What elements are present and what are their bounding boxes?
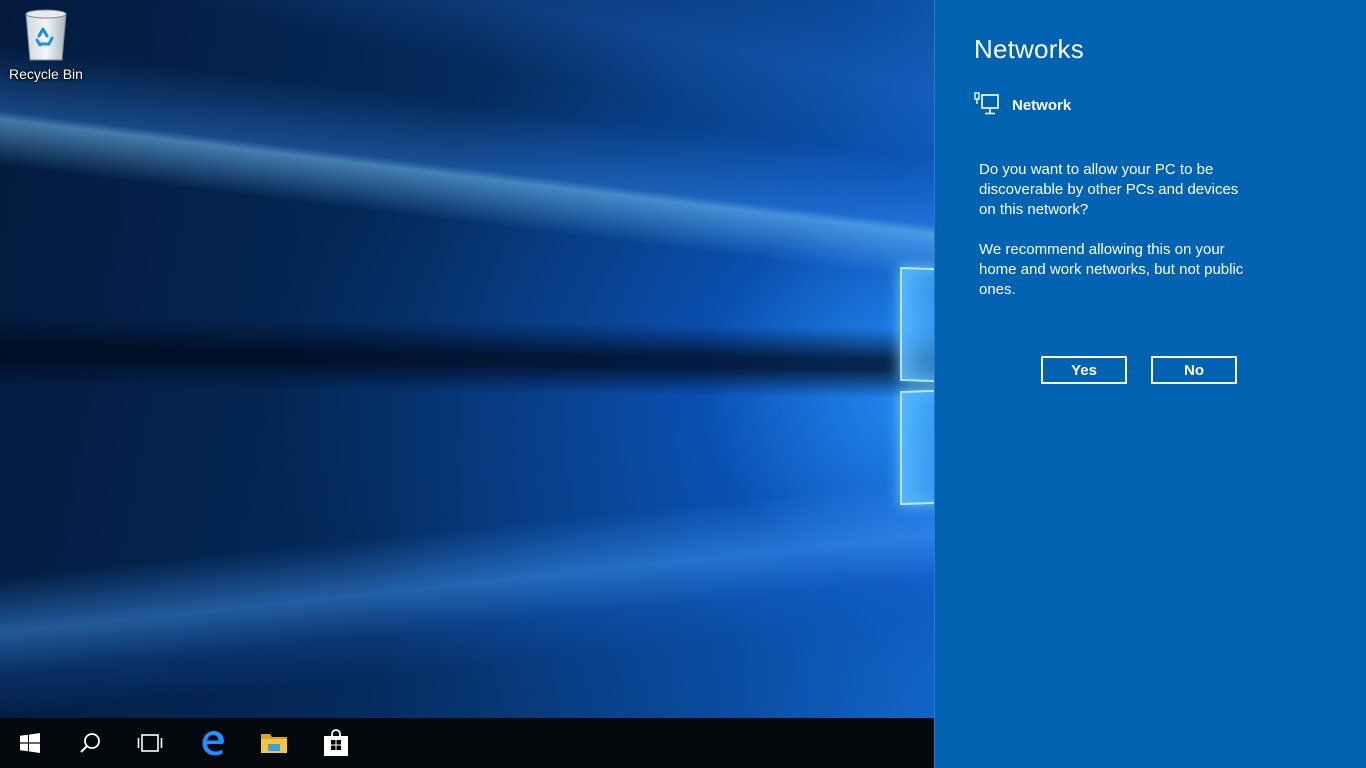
wired-network-icon — [974, 92, 999, 115]
yes-button[interactable]: Yes — [1041, 356, 1127, 384]
search-icon — [80, 733, 100, 753]
logo-pane — [900, 388, 934, 506]
desktop-icon-label: Recycle Bin — [9, 66, 83, 82]
search-button[interactable] — [60, 718, 120, 768]
task-view-button[interactable] — [120, 718, 180, 768]
windows-logo-icon — [20, 733, 40, 753]
store-button[interactable] — [306, 718, 366, 768]
folder-icon — [261, 734, 287, 753]
file-explorer-button[interactable] — [244, 718, 304, 768]
networks-flyout: Networks Network Do you want to allow yo… — [934, 0, 1366, 768]
no-button[interactable]: No — [1151, 356, 1237, 384]
desktop-wallpaper: Recycle Bin — [0, 0, 934, 718]
shadow-beam — [0, 314, 934, 400]
start-button[interactable] — [0, 718, 60, 768]
desktop-icon-recycle-bin[interactable]: Recycle Bin — [4, 6, 88, 82]
taskbar — [0, 718, 934, 768]
edge-browser-icon — [202, 731, 224, 756]
flyout-title: Networks — [974, 34, 1084, 64]
recycle-bin-icon — [25, 9, 67, 61]
edge-button[interactable] — [183, 718, 243, 768]
network-name: Network — [1012, 96, 1072, 114]
task-view-icon — [137, 734, 163, 752]
network-row: Network — [974, 92, 1071, 118]
store-bag-icon — [324, 729, 348, 756]
windows-logo-wallpaper — [900, 266, 934, 506]
light-beam — [0, 470, 934, 718]
discovery-prompt: Do you want to allow your PC to be disco… — [979, 161, 1239, 218]
recommendation-text: We recommend allowing this on your home … — [979, 241, 1244, 298]
logo-pane — [900, 266, 934, 384]
